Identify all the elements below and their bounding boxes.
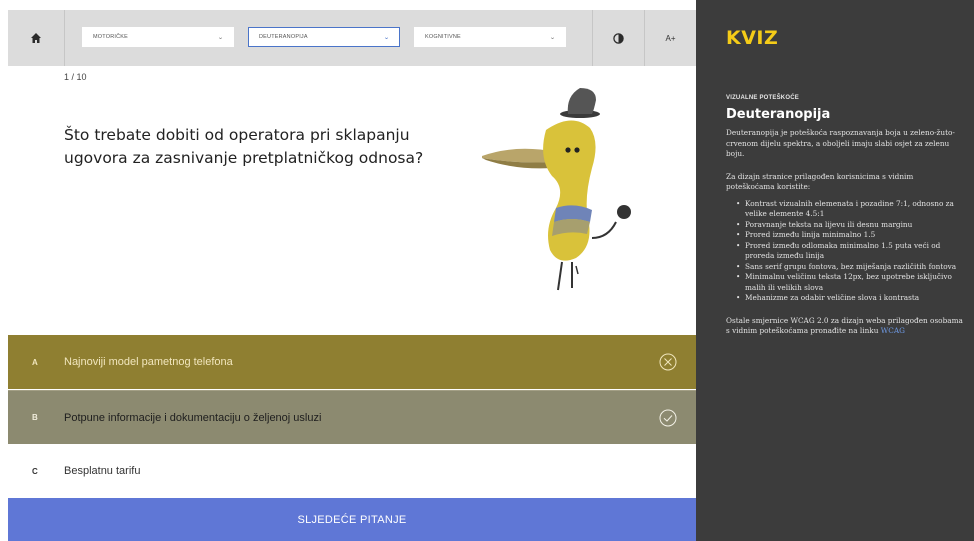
contrast-icon [613, 32, 624, 44]
panel-outro-text: Ostale smjernice WCAG 2.0 za dizajn weba… [726, 315, 963, 336]
question-text: Što trebate dobiti od operatora pri skla… [64, 126, 424, 167]
panel-intro: Deuteranopija je poteškoća raspoznavanja… [726, 128, 955, 158]
motor-impairment-select[interactable]: MOTORIČKE ⌄ [82, 27, 234, 47]
list-item: Prored između odlomaka minimalno 1.5 put… [736, 241, 964, 262]
panel-kicker: VIZUALNE POTEŠKOĆE [726, 95, 799, 101]
list-item: Minimalnu veličinu teksta 12px, bez upot… [736, 272, 964, 293]
guideline-list: Kontrast vizualnih elemenata i pozadine … [726, 199, 964, 304]
accessibility-toolbar: MOTORIČKE ⌄ DEUTERANOPIJA ⌄ KOGNITIVNE ⌄… [8, 10, 696, 66]
answer-letter: A [32, 357, 38, 367]
list-item: Sans serif grupu fontova, bez miješanja … [736, 262, 964, 273]
answer-option-b[interactable]: B Potpune informacije i dokumentaciju o … [8, 390, 696, 444]
panel-body: Deuteranopija je poteškoća raspoznavanja… [726, 128, 964, 349]
select-label: MOTORIČKE [93, 34, 129, 40]
bird-mascot-illustration [482, 88, 631, 291]
chevron-down-icon: ⌄ [549, 34, 556, 41]
answer-letter: B [32, 413, 38, 422]
list-item: Poravnanje teksta na lijevu ili desnu ma… [736, 220, 964, 231]
answer-option-a[interactable]: A Najnoviji model pametnog telefona [8, 335, 696, 389]
font-size-label: A+ [665, 33, 676, 43]
wcag-link[interactable]: WCAG [881, 326, 905, 335]
kviz-logo: KVIZ [726, 27, 779, 49]
answer-text: Besplatnu tarifu [64, 465, 141, 477]
home-button[interactable] [8, 10, 65, 66]
chevron-down-icon: ⌄ [383, 34, 390, 41]
answer-option-c[interactable]: C Besplatnu tarifu [8, 444, 696, 498]
answer-text: Potpune informacije i dokumentaciju o že… [64, 411, 322, 424]
list-item: Kontrast vizualnih elemenata i pozadine … [736, 199, 964, 220]
next-question-button[interactable]: SLJEDEĆE PITANJE [8, 498, 696, 541]
contrast-toggle-button[interactable] [592, 10, 644, 66]
visual-impairment-select[interactable]: DEUTERANOPIJA ⌄ [248, 27, 400, 47]
font-size-button[interactable]: A+ [644, 10, 696, 66]
chevron-down-icon: ⌄ [217, 34, 224, 41]
answer-letter: C [32, 466, 38, 476]
list-item: Prored između linija minimalno 1.5 [736, 230, 964, 241]
next-question-label: SLJEDEĆE PITANJE [297, 513, 407, 526]
wrong-circle-x-icon [659, 353, 677, 371]
correct-circle-check-icon [659, 409, 677, 426]
info-panel: KVIZ VIZUALNE POTEŠKOĆE Deuteranopija De… [696, 0, 974, 541]
cognitive-impairment-select[interactable]: KOGNITIVNE ⌄ [414, 27, 566, 47]
panel-intro-2: Za dizajn stranice prilagođen korisnicim… [726, 171, 914, 192]
panel-outro: Ostale smjernice WCAG 2.0 za dizajn weba… [726, 316, 964, 337]
select-label: DEUTERANOPIJA [259, 34, 308, 40]
select-label: KOGNITIVNE [425, 34, 461, 40]
question-counter: 1 / 10 [64, 72, 87, 82]
answer-text: Najnoviji model pametnog telefona [64, 356, 233, 368]
list-item: Mehanizme za odabir veličine slova i kon… [736, 293, 964, 304]
home-icon [31, 33, 41, 43]
panel-title: Deuteranopija [726, 107, 831, 122]
